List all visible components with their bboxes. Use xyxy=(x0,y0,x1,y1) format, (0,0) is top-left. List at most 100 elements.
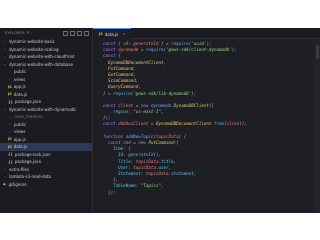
code-token: , xyxy=(133,65,136,71)
code-token: dynamodb xyxy=(150,102,172,108)
folder-item[interactable]: › extra-files xyxy=(0,166,92,174)
code-token: require xyxy=(113,90,131,96)
code-token: DynamoDBDocumentClient xyxy=(155,121,212,127)
code-token: Statement xyxy=(118,170,141,176)
code-line: }); xyxy=(103,190,312,196)
json-file-icon: {} xyxy=(8,152,13,157)
screen-frame: EXPLORER: P... › dynamic-website-basic › dy… xyxy=(0,0,320,240)
code-token: client xyxy=(118,102,134,108)
tree-item-label: extra-files xyxy=(9,166,30,172)
code-token: = xyxy=(133,102,141,108)
code-token: from xyxy=(213,121,225,127)
folder-item[interactable]: › node_modules xyxy=(0,113,92,121)
code-token: region xyxy=(113,109,129,115)
minimap[interactable] xyxy=(314,39,320,213)
tree-item-label: dynamic-website-with-cloudfront xyxy=(9,54,75,60)
folder-item[interactable]: › public xyxy=(0,121,92,129)
code-token: generateId xyxy=(133,41,159,46)
js-file-icon: JS xyxy=(99,32,103,36)
code-token: new xyxy=(140,102,151,108)
code-token: cmd xyxy=(123,140,131,145)
chevron-down-icon: ⌄ xyxy=(3,62,7,67)
code-token: }); xyxy=(103,189,116,195)
close-icon[interactable]: × xyxy=(122,32,125,36)
code-token: Title xyxy=(118,158,131,164)
code-token: function xyxy=(103,133,126,139)
folder-item[interactable]: › dynamic-website-with-cloudfront xyxy=(0,53,92,61)
code-token: QueryCommand xyxy=(108,84,139,90)
code-token: , xyxy=(163,59,167,65)
code-token: topicData xyxy=(155,133,179,139)
file-item[interactable]: {} package.json xyxy=(0,158,92,166)
code-token: ({ xyxy=(208,102,214,108)
tree-item-label: package.json xyxy=(14,159,42,165)
chevron-right-icon: › xyxy=(9,122,11,127)
js-file-icon: JS xyxy=(8,137,12,142)
chevron-right-icon: › xyxy=(9,77,11,82)
explorer-sidebar: EXPLORER: P... › dynamic-website-basic › dy… xyxy=(0,28,93,213)
file-item[interactable]: ◆ .gitignore xyxy=(0,181,92,189)
folder-item[interactable]: › dynamic-website-scaling xyxy=(0,46,92,54)
code-token: = xyxy=(148,121,156,127)
code-editor[interactable]: const { v4: generateId } = require('uuid… xyxy=(93,39,320,213)
code-token: (), xyxy=(153,152,162,158)
chevron-right-icon: › xyxy=(4,174,6,179)
tree-item-label: views xyxy=(14,76,26,82)
folder-item[interactable]: ⌄ dynamic-website-with-database xyxy=(0,61,92,69)
json-file-icon: {} xyxy=(8,99,13,104)
code-token: ddbDocClient xyxy=(118,121,149,127)
code-token: require xyxy=(171,41,189,46)
code-token: }); xyxy=(103,115,111,121)
chevron-down-icon: ⌄ xyxy=(3,107,7,112)
code-token: title xyxy=(161,158,174,164)
code-token: }, xyxy=(103,177,119,183)
new-file-icon[interactable] xyxy=(63,30,68,36)
collapse-all-icon[interactable] xyxy=(84,30,89,36)
folder-item[interactable]: › public xyxy=(0,68,92,76)
tree-item-label: public xyxy=(14,69,27,75)
folder-item[interactable]: › dynamic-website-basic xyxy=(0,38,92,46)
chevron-right-icon: › xyxy=(4,167,6,172)
explorer-header: EXPLORER: P... xyxy=(0,28,92,38)
minimap-slider[interactable] xyxy=(316,45,319,59)
tree-item-label: dynamic-website-basic xyxy=(9,39,55,45)
folder-item[interactable]: ⌄ dynamic-website-with-dynamodb xyxy=(0,106,92,114)
explorer-title: EXPLORER: P... xyxy=(5,31,33,35)
code-token: TableName xyxy=(113,183,136,189)
code-token: "Topics" xyxy=(140,183,162,189)
folder-item[interactable]: › views xyxy=(0,76,92,84)
file-item[interactable]: JS data.js xyxy=(0,143,92,151)
folder-item[interactable]: › lambda-s3-read-data xyxy=(0,173,92,181)
code-token: ScanCommand xyxy=(108,78,136,84)
code-token: topicData xyxy=(133,164,156,170)
code-token: Item xyxy=(113,146,124,152)
file-item[interactable]: JS app.js xyxy=(0,136,92,144)
js-file-icon: JS xyxy=(8,84,12,89)
code-token: , xyxy=(133,71,136,77)
js-file-icon: JS xyxy=(8,144,12,149)
code-token: ); xyxy=(241,121,247,127)
file-item[interactable]: JS app.js xyxy=(0,83,92,91)
code-token: GetCommand xyxy=(108,71,134,77)
chevron-right-icon: › xyxy=(4,39,6,44)
code-token: '@aws-sdk/client-dynamodb' xyxy=(166,47,232,53)
code-token: topicData xyxy=(135,158,159,164)
refresh-icon[interactable] xyxy=(77,30,82,36)
tree-item-label: dynamic-website-with-dynamodb xyxy=(9,106,76,112)
tab-data-js[interactable]: JS data.js × xyxy=(93,28,132,39)
js-file-icon: JS xyxy=(8,92,12,97)
folder-item[interactable]: › views xyxy=(0,128,92,136)
tree-item-label: public xyxy=(14,121,27,127)
file-item[interactable]: {} package.json xyxy=(0,98,92,106)
file-item[interactable]: {} package-lock.json xyxy=(0,151,92,159)
code-token: generateId xyxy=(128,152,154,158)
chevron-right-icon: › xyxy=(4,47,6,52)
new-folder-icon[interactable] xyxy=(70,30,75,36)
file-item[interactable]: JS data.js xyxy=(0,91,92,99)
tree-item-label: data.js xyxy=(13,91,28,97)
